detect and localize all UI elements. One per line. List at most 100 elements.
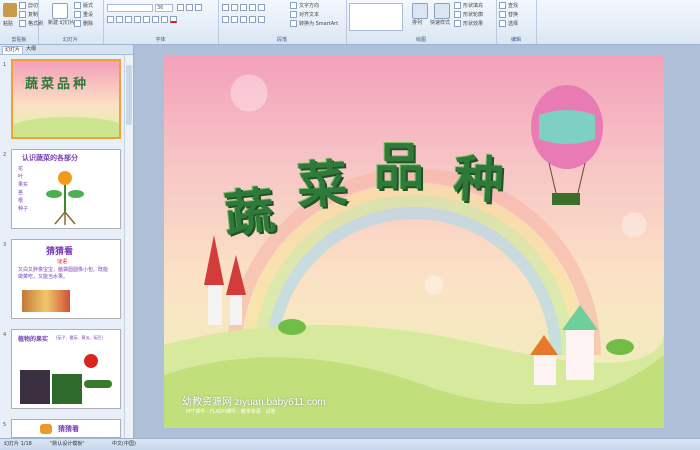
thumb-text: 又白又胖像宝宝，脑袋圆圆像小包。既能做菜吃，又能当水果。 (18, 267, 109, 280)
tab-outline[interactable]: 大纲 (24, 46, 38, 53)
slide-thumbnail-1[interactable]: 蔬菜品种 (11, 59, 121, 139)
justify-icon[interactable] (249, 16, 256, 23)
effects-icon (454, 20, 461, 27)
slide-thumbnail-2[interactable]: 认识蔬菜的各部分 花 叶 果实 茎 根 种子 (11, 149, 121, 229)
underline-icon[interactable] (125, 16, 132, 23)
slide-number: 1 (3, 62, 7, 68)
bold-icon[interactable] (107, 16, 114, 23)
paste-button[interactable]: 粘贴 (3, 20, 13, 27)
slide-thumbnail-5[interactable]: 猜猜看 (11, 419, 121, 438)
align-text-button[interactable]: 对齐文本 (290, 11, 319, 18)
replace-icon (499, 11, 506, 18)
list-buttons[interactable] (222, 4, 265, 11)
clipboard-group: 粘贴 剪切 复制 格式刷 剪贴板 (0, 0, 43, 44)
title-char-2: 菜 (295, 153, 349, 216)
clear-format-icon (195, 4, 202, 11)
drawing-label: 绘图 (415, 37, 426, 43)
tab-slides[interactable]: 幻灯片 (2, 46, 24, 54)
pane-tabs: 幻灯片 大纲 (0, 45, 133, 55)
theme-name: "默认设计模板" (50, 441, 85, 447)
new-slide-icon[interactable] (52, 3, 68, 19)
arrange-icon[interactable] (412, 3, 428, 19)
paste-icon[interactable] (3, 3, 17, 17)
paragraph-group: 文字方向 对齐文本 转换为 SmartArt 段落 (218, 0, 347, 44)
font-size-buttons[interactable] (177, 4, 202, 11)
thumb-sub: (茄子、番茄、黄瓜、豌豆) (56, 335, 104, 340)
text-direction-button[interactable]: 文字方向 (290, 2, 319, 9)
replace-button[interactable]: 替换 (499, 11, 518, 18)
slide-thumbnail-4[interactable]: 植物的果实 (茄子、番茄、黄瓜、豌豆) (11, 329, 121, 409)
case-icon[interactable] (161, 16, 168, 23)
layout-button[interactable]: 版式 (74, 2, 93, 9)
reset-button[interactable]: 重设 (74, 11, 93, 18)
fill-icon (454, 2, 461, 9)
align-buttons[interactable] (222, 16, 265, 23)
language-status[interactable]: 中文(中国) (112, 439, 136, 450)
font-name-combo[interactable] (107, 4, 153, 12)
eggplant-photo (20, 370, 50, 404)
text-direction-icon (290, 2, 297, 9)
thumb-title: 猜猜看 (58, 425, 79, 433)
layout-icon (74, 2, 81, 9)
clipboard-label: 剪贴板 (11, 37, 27, 43)
cucumber-photo (84, 380, 112, 388)
slide-number: 4 (3, 332, 7, 338)
shape-effects-button[interactable]: 形状效果 (454, 20, 483, 27)
shape-outline-button[interactable]: 形状轮廓 (454, 11, 483, 18)
slide-number: 2 (3, 152, 7, 158)
spacing-icon[interactable] (152, 16, 159, 23)
copy-button[interactable]: 复制 (19, 11, 38, 18)
increase-indent-icon[interactable] (249, 4, 256, 11)
new-slide-button[interactable]: 新建 幻灯片 (48, 19, 75, 26)
drawing-group: 排列 快速样式 形状填充 形状轮廓 形状效果 绘图 (346, 0, 497, 44)
copy-icon (19, 11, 26, 18)
slides-scrollbar[interactable] (124, 55, 133, 438)
vegetables-photo (22, 290, 70, 312)
quick-styles-button[interactable]: 快速样式 (430, 19, 450, 26)
slide-editor: 蔬 菜 品 种 幼教资源网 ziyuan.baby611.com PPT课件 ·… (134, 45, 700, 438)
font-group: 36 字体 (103, 0, 219, 44)
align-center-icon[interactable] (231, 16, 238, 23)
italic-icon[interactable] (116, 16, 123, 23)
reset-icon (74, 11, 81, 18)
find-button[interactable]: 查找 (499, 2, 518, 9)
watermark-subtext: PPT课件 · FLASH课件 · 教学资源 · 试卷 (186, 409, 276, 415)
decrease-indent-icon[interactable] (240, 4, 247, 11)
ribbon: 粘贴 剪切 复制 格式刷 剪贴板 新建 幻灯片 版式 重设 删除 幻灯片 36 … (0, 0, 700, 45)
align-right-icon[interactable] (240, 16, 247, 23)
thumb-title: 蔬菜品种 (25, 77, 90, 92)
strikethrough-icon[interactable] (134, 16, 141, 23)
bullets-icon[interactable] (222, 4, 229, 11)
cut-button[interactable]: 剪切 (19, 2, 38, 9)
shape-fill-button[interactable]: 形状填充 (454, 2, 483, 9)
scrollbar-thumb[interactable] (126, 65, 132, 125)
thumb-labels: 花 叶 果实 茎 根 种子 (18, 166, 29, 212)
quick-styles-icon[interactable] (434, 3, 450, 19)
slide-number: 5 (3, 422, 7, 428)
delete-button[interactable]: 删除 (74, 20, 93, 27)
columns-icon[interactable] (258, 16, 265, 23)
binoculars-icon (499, 2, 506, 9)
select-button[interactable]: 选择 (499, 20, 518, 27)
arrange-button[interactable]: 排列 (412, 19, 422, 26)
shapes-gallery[interactable] (349, 3, 403, 31)
slide-thumbnail-3[interactable]: 猜猜看 谜语 又白又胖像宝宝，脑袋圆圆像小包。既能做菜吃，又能当水果。 (11, 239, 121, 319)
font-label: 字体 (155, 37, 166, 43)
title-char-1: 蔬 (221, 180, 278, 245)
editing-label: 编辑 (510, 37, 521, 43)
status-bar: 幻灯片 1/18 "默认设计模板" 中文(中国) (0, 438, 700, 450)
smartart-button[interactable]: 转换为 SmartArt (290, 20, 338, 27)
font-size-combo[interactable]: 36 (155, 4, 173, 12)
select-icon (499, 20, 506, 27)
smartart-icon (290, 20, 297, 27)
shadow-icon[interactable] (143, 16, 150, 23)
font-style-buttons[interactable] (107, 16, 177, 23)
line-spacing-icon[interactable] (258, 4, 265, 11)
slide-canvas[interactable]: 蔬 菜 品 种 幼教资源网 ziyuan.baby611.com PPT课件 ·… (164, 55, 664, 428)
title-char-4: 种 (452, 148, 506, 211)
butterfly-icon (40, 424, 52, 434)
align-left-icon[interactable] (222, 16, 229, 23)
outline-icon (454, 11, 461, 18)
font-color-icon[interactable] (170, 16, 177, 23)
numbering-icon[interactable] (231, 4, 238, 11)
